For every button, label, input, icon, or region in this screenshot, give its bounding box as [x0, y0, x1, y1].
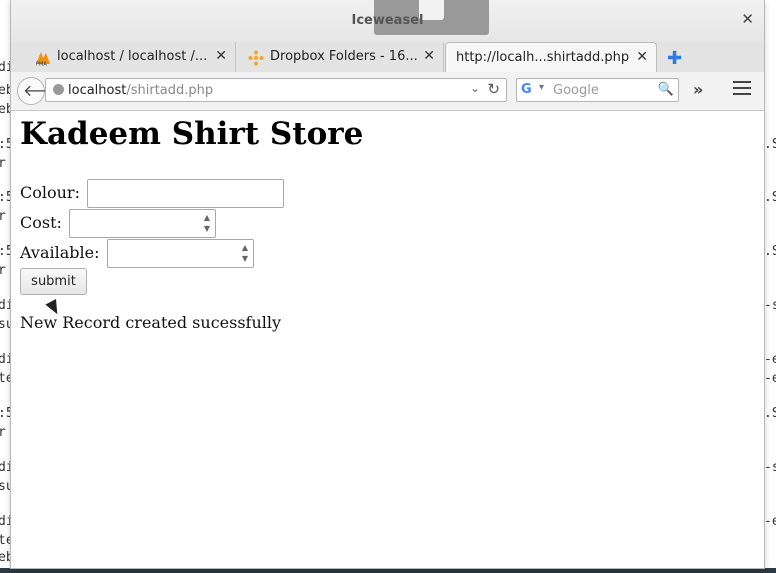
terminal-line: -e: [764, 514, 776, 529]
terminal-line: -s: [764, 298, 776, 313]
reload-icon[interactable]: ↻: [487, 80, 500, 98]
cost-stepper[interactable]: ▲ ▼: [201, 212, 213, 234]
status-message: New Record created sucessfully: [20, 313, 282, 332]
browser-window: Iceweasel ✕ PMA localhost / localhost /.…: [11, 0, 764, 568]
url-bar[interactable]: localhost/shirtadd.php ⌄ ↻: [45, 78, 507, 102]
new-tab-icon[interactable]: ✚: [667, 48, 682, 69]
tab-phpmyadmin[interactable]: PMA localhost / localhost /... ✕: [23, 42, 236, 72]
dropbox-icon: [248, 50, 264, 66]
terminal-line: -s: [764, 460, 776, 475]
terminal-line: .S: [764, 190, 776, 205]
tab-label: localhost / localhost /...: [57, 49, 208, 64]
colour-label: Colour:: [20, 183, 80, 202]
window-title: Iceweasel: [351, 13, 424, 28]
window-close-icon[interactable]: ✕: [741, 10, 754, 28]
page-title: Kadeem Shirt Store: [20, 116, 364, 152]
search-icon[interactable]: 🔍: [658, 82, 674, 97]
url-host: localhost: [68, 83, 127, 98]
url-text: localhost/shirtadd.php: [68, 83, 213, 98]
available-label: Available:: [20, 243, 100, 262]
submit-button[interactable]: submit: [20, 268, 87, 295]
terminal-line: .S: [764, 137, 776, 152]
terminal-line: .S: [764, 406, 776, 421]
tab-label: Dropbox Folders - 16...: [270, 49, 418, 64]
terminal-line: -e: [764, 352, 776, 367]
url-path: /shirtadd.php: [126, 83, 214, 98]
cost-field[interactable]: ▲ ▼: [69, 209, 216, 238]
available-stepper[interactable]: ▲ ▼: [239, 242, 251, 264]
desktop-panel: [0, 568, 776, 573]
tab-dropbox[interactable]: Dropbox Folders - 16... ✕: [236, 42, 444, 72]
tab-label: http://localh...shirtadd.php: [456, 50, 630, 65]
svg-text:PMA: PMA: [36, 62, 47, 67]
tab-shirtadd[interactable]: http://localh...shirtadd.php ✕: [445, 42, 657, 72]
search-box[interactable]: G ▾ Google 🔍: [516, 78, 679, 102]
tab-close-icon[interactable]: ✕: [215, 48, 227, 64]
tab-close-icon[interactable]: ✕: [636, 49, 648, 65]
phpmyadmin-icon: PMA: [36, 52, 50, 67]
terminal-line: -e: [764, 371, 776, 386]
url-dropdown-icon[interactable]: ⌄: [470, 81, 480, 95]
terminal-line: r: [0, 263, 6, 278]
google-icon: G: [521, 82, 532, 97]
navigation-bar: 🡐 localhost/shirtadd.php ⌄ ↻ G ▾ Google …: [11, 72, 764, 111]
tab-close-icon[interactable]: ✕: [423, 48, 435, 64]
available-field[interactable]: ▲ ▼: [107, 239, 254, 268]
terminal-line: .S: [764, 244, 776, 259]
terminal-line: r: [0, 209, 6, 224]
search-engine-dropdown-icon[interactable]: ▾: [539, 82, 544, 93]
search-placeholder: Google: [553, 83, 599, 98]
page-content: Kadeem Shirt Store Colour: Cost: ▲ ▼ Avai…: [11, 111, 764, 568]
tab-strip: PMA localhost / localhost /... ✕ Dropbox…: [11, 42, 764, 73]
cost-label: Cost:: [20, 213, 62, 232]
back-button[interactable]: 🡐: [17, 77, 66, 105]
globe-icon: [53, 84, 64, 95]
title-bar[interactable]: Iceweasel ✕: [11, 0, 764, 42]
terminal-line: r: [0, 156, 6, 171]
hamburger-menu-icon[interactable]: [733, 81, 751, 99]
terminal-line: r: [0, 425, 6, 440]
colour-field[interactable]: [87, 179, 284, 208]
toolbar-overflow-icon[interactable]: »: [693, 80, 703, 99]
